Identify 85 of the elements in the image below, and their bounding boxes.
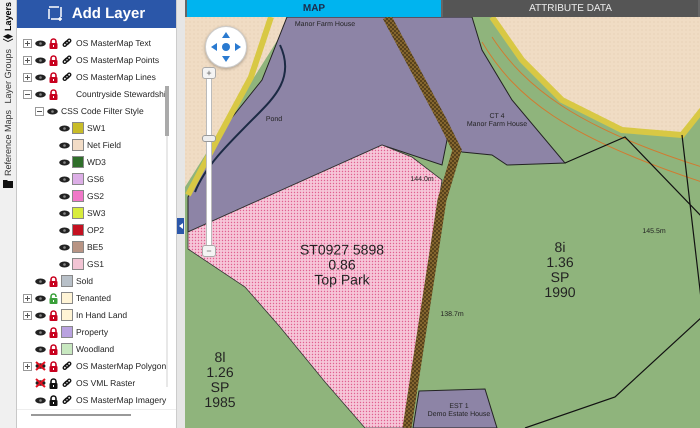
layer-name[interactable]: BE5 bbox=[87, 242, 104, 252]
collapse-toggle-icon[interactable] bbox=[22, 90, 32, 99]
layer-name[interactable]: Sold bbox=[76, 276, 94, 286]
eye-icon[interactable] bbox=[58, 192, 70, 200]
map-label: SP bbox=[550, 270, 570, 285]
layers-icon bbox=[3, 34, 13, 44]
layer-name[interactable]: OP2 bbox=[87, 225, 104, 236]
link-icon[interactable] bbox=[62, 38, 72, 48]
layer-name[interactable]: GS6 bbox=[87, 174, 104, 184]
link-icon[interactable] bbox=[62, 378, 72, 388]
expand-toggle-icon[interactable] bbox=[22, 294, 32, 303]
zoom-slider-thumb[interactable] bbox=[202, 134, 216, 142]
layer-name[interactable]: SW1 bbox=[87, 123, 106, 134]
side-tab[interactable]: Layer Groups bbox=[3, 49, 13, 104]
eye-icon[interactable] bbox=[34, 40, 46, 47]
eye-icon[interactable] bbox=[34, 90, 46, 98]
view-tab[interactable]: MAP bbox=[187, 0, 441, 17]
eye-icon[interactable] bbox=[58, 244, 70, 251]
layer-name[interactable]: OS MasterMap Polygon bbox=[76, 361, 166, 372]
folder-icon bbox=[3, 178, 13, 188]
layer-name[interactable]: SW3 bbox=[87, 208, 106, 218]
padlock-icon[interactable] bbox=[49, 378, 58, 389]
layer-name[interactable]: OS MasterMap Text bbox=[76, 38, 151, 48]
link-icon[interactable] bbox=[62, 55, 72, 66]
eye-icon[interactable] bbox=[34, 312, 46, 319]
expand-toggle-icon[interactable] bbox=[22, 56, 32, 65]
layer-name[interactable]: OS MasterMap Lines bbox=[76, 72, 156, 82]
layer-name[interactable]: WD3 bbox=[87, 157, 106, 168]
eye-icon[interactable] bbox=[46, 108, 58, 115]
eye-icon[interactable] bbox=[34, 74, 46, 81]
collapse-panel-handle[interactable] bbox=[177, 218, 184, 234]
view-tab[interactable]: ATTRIBUTE DATA bbox=[443, 0, 698, 17]
collapse-toggle-icon[interactable] bbox=[34, 106, 44, 116]
layer-name[interactable]: Woodland bbox=[76, 344, 114, 354]
map-label: ST0927 5898 bbox=[300, 242, 384, 258]
crossed-eye-icon[interactable] bbox=[34, 361, 46, 372]
layer-name[interactable]: Property bbox=[76, 327, 108, 338]
layer-name[interactable]: Tenanted bbox=[76, 293, 111, 304]
eye-icon[interactable] bbox=[34, 396, 46, 404]
add-layer-icon bbox=[48, 6, 64, 22]
map-label: 8i bbox=[554, 240, 566, 255]
layer-name[interactable]: OS MasterMap Imagery bbox=[76, 395, 166, 406]
eye-icon[interactable] bbox=[34, 278, 46, 285]
map-label: 1985 bbox=[204, 395, 236, 410]
layer-name[interactable]: OS MasterMap Points bbox=[76, 55, 160, 66]
map-label: 1.36 bbox=[545, 255, 575, 270]
expand-toggle-icon[interactable] bbox=[22, 72, 32, 82]
expand-toggle-icon[interactable] bbox=[22, 38, 32, 48]
side-tab[interactable]: Layers bbox=[3, 2, 13, 44]
link-icon[interactable] bbox=[62, 395, 72, 406]
layer-name[interactable]: Net Field bbox=[87, 140, 122, 150]
link-icon[interactable] bbox=[62, 361, 72, 372]
map-label: 1990 bbox=[544, 285, 576, 300]
layer-name[interactable]: CSS Code Filter Style bbox=[61, 106, 144, 116]
link-icon[interactable] bbox=[62, 72, 72, 82]
side-tab[interactable]: Reference Maps bbox=[3, 110, 13, 188]
eye-icon[interactable] bbox=[58, 142, 70, 149]
layer-name[interactable]: In Hand Land bbox=[76, 310, 128, 320]
eye-icon[interactable] bbox=[58, 226, 70, 234]
eye-icon[interactable] bbox=[58, 260, 70, 268]
horizontal-scrollbar[interactable] bbox=[31, 414, 131, 416]
eye-icon[interactable] bbox=[34, 328, 46, 336]
eye-icon[interactable] bbox=[34, 294, 46, 302]
eye-icon[interactable] bbox=[34, 56, 46, 64]
crossed-eye-icon[interactable] bbox=[34, 378, 46, 388]
layer-name[interactable]: Countryside Stewardshi bbox=[76, 89, 166, 100]
map-label: Top Park bbox=[313, 272, 371, 288]
map-label: 0.86 bbox=[327, 258, 357, 272]
map-label: 8l bbox=[214, 350, 226, 365]
eye-icon[interactable] bbox=[34, 346, 46, 353]
eye-icon[interactable] bbox=[58, 158, 70, 166]
padlock-icon[interactable] bbox=[49, 394, 58, 406]
eye-icon[interactable] bbox=[58, 176, 70, 183]
expand-toggle-icon[interactable] bbox=[22, 310, 32, 320]
map-label: SP bbox=[210, 380, 230, 395]
layer-name[interactable]: OS VML Raster bbox=[76, 378, 136, 388]
zoom-out-button[interactable]: − bbox=[202, 245, 216, 257]
layer-name[interactable]: GS1 bbox=[87, 259, 104, 270]
map-label: 1.26 bbox=[205, 365, 235, 380]
eye-icon[interactable] bbox=[58, 124, 70, 132]
zoom-in-button[interactable]: + bbox=[202, 67, 216, 79]
expand-toggle-icon[interactable] bbox=[22, 362, 32, 371]
eye-icon[interactable] bbox=[58, 210, 70, 217]
layer-name[interactable]: GS2 bbox=[87, 191, 104, 202]
add-layer-button[interactable]: Add Layer bbox=[17, 0, 176, 28]
